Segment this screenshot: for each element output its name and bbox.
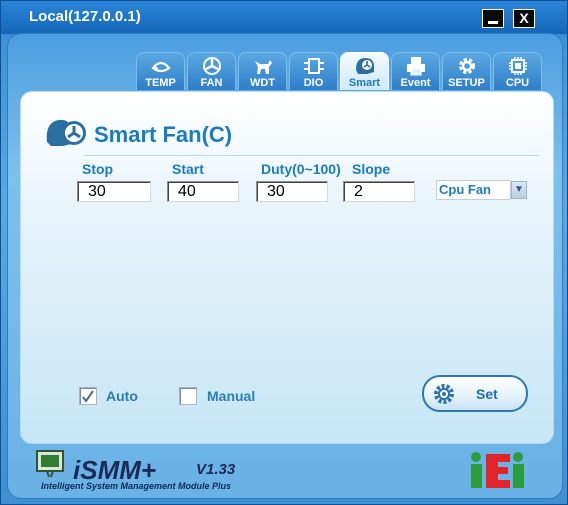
iei-logo [471,452,524,488]
tab-label: SETUP [448,77,485,89]
gear-icon [434,384,454,404]
chip-icon [508,57,527,75]
minimize-button[interactable] [482,9,504,28]
tab-wdt[interactable]: WDT [238,52,287,90]
tab-temp[interactable]: TEMP [136,52,185,90]
printer-icon [406,57,425,76]
slope-label: Slope [352,161,391,177]
checkmark-icon [82,390,94,403]
tab-event[interactable]: Event [391,52,440,90]
auto-label: Auto [106,388,138,404]
title-bar[interactable]: Local(127.0.0.1) X [1,1,567,34]
tab-label: Event [400,77,431,89]
tab-label: CPU [505,77,530,89]
stop-label: Stop [82,161,114,177]
tab-fan[interactable]: FAN [187,52,236,90]
dio-icon [303,58,324,74]
smart-fan-icon [355,58,374,74]
tab-cpu[interactable]: CPU [493,52,542,90]
start-input[interactable]: 40 [167,181,239,202]
duty-label: Duty(0~100) [261,161,341,177]
set-button-label: Set [476,386,498,402]
gear-icon [458,58,475,74]
title-divider [84,155,539,156]
start-label: Start [172,161,204,177]
window-title: Local(127.0.0.1) [29,8,141,25]
tab-bar: TEMP FAN WDT DIO Smart Event SETUP CPU [136,52,542,92]
thermometer-icon [150,61,171,73]
tab-label: DIO [303,77,324,89]
product-subtitle: Intelligent System Management Module Plu… [41,481,232,491]
tab-label: FAN [200,77,223,89]
tab-smart[interactable]: Smart [340,52,389,90]
tab-setup[interactable]: SETUP [442,52,491,90]
version-text: V1.33 [196,461,236,478]
slope-input[interactable]: 2 [343,181,415,202]
tab-dio[interactable]: DIO [289,52,338,90]
page-title: Smart Fan(C) [94,122,233,147]
watchdog-icon [254,60,272,74]
tab-label: WDT [249,77,276,89]
tab-label: Smart [348,77,381,89]
smart-fan-icon [46,119,86,146]
stop-input[interactable]: 30 [77,181,151,202]
manual-label: Manual [207,388,256,404]
manual-checkbox[interactable] [179,387,197,405]
app-window: Local(127.0.0.1) X TEMP FAN WDT DIO Smar… [0,0,568,505]
close-button[interactable]: X [513,9,535,28]
smart-fan-panel: Smart Fan(C) Stop Start Duty(0~100) Slop… [20,91,554,444]
fan-select[interactable]: Cpu Fan [436,180,511,200]
fan-icon [202,57,221,75]
set-button[interactable]: Set [422,375,528,412]
tab-label: TEMP [145,77,176,89]
auto-checkbox[interactable] [79,387,97,405]
duty-input[interactable]: 30 [256,181,328,202]
chevron-down-icon[interactable]: ▼ [511,181,527,199]
